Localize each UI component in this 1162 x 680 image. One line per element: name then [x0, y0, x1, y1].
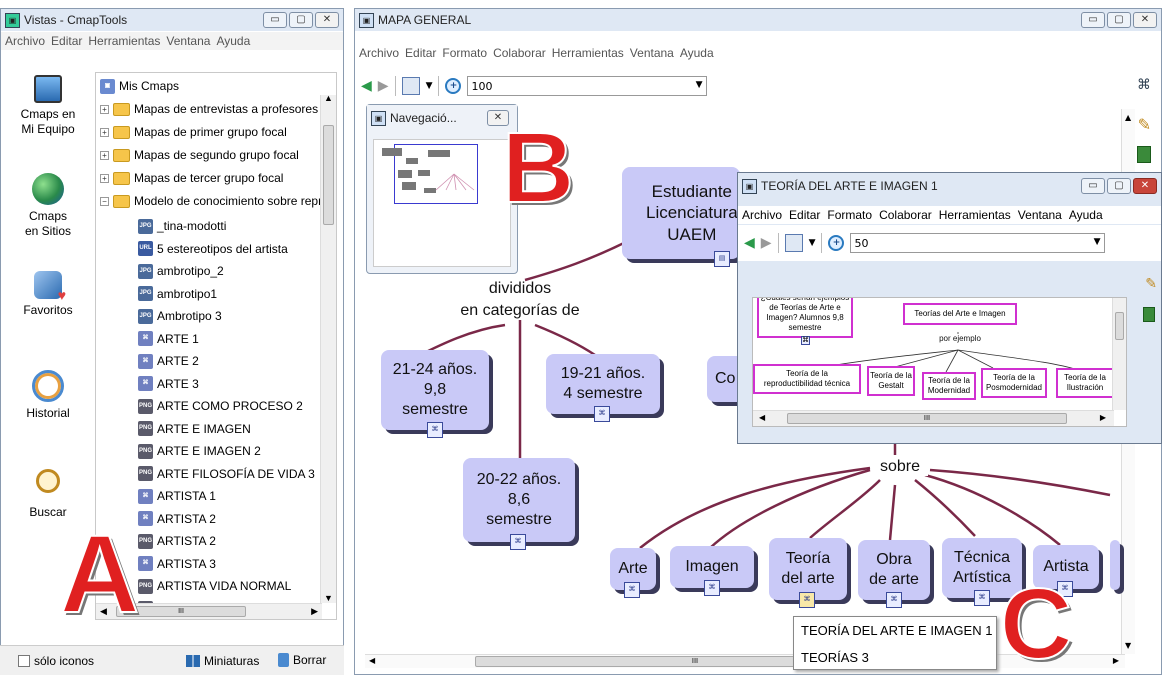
navigation-window-icon: ▣	[371, 110, 386, 126]
teoria-menu-ayuda[interactable]: Ayuda	[1069, 208, 1103, 222]
concept-node-partial	[1110, 540, 1120, 590]
teoria-question-resource-icon[interactable]: ⌘	[801, 336, 810, 345]
teoria-hscroll-thumb[interactable]: III	[787, 413, 1067, 424]
teoria-node-ilustracion[interactable]: Teoría de la Ilustración	[1056, 368, 1114, 398]
teoria-canvas[interactable]: ¿Cuáles serían ejemplos de Teorías de Ar…	[752, 297, 1127, 427]
teoria-vscroll[interactable]	[1112, 298, 1126, 410]
teoria-window-icon: ▣	[742, 178, 757, 194]
concept-node-teoria-del-arte-label: Teoría del arte	[781, 550, 835, 587]
annotation-letter-b: B	[501, 112, 575, 224]
concept-node-co-label: Co	[715, 370, 736, 387]
teoria-node-reproductibilidad-label: Teoría de la reproductibilidad técnica	[763, 369, 851, 388]
annotation-letter-a: A	[59, 513, 140, 636]
teoria-title: TEORÍA DEL ARTE E IMAGEN 1	[761, 179, 938, 193]
concept-node-20-22[interactable]: 20-22 años. 8,6 semestre ⌘	[463, 458, 575, 550]
teoria-scroll-right-icon[interactable]: ▶	[1100, 413, 1106, 422]
navigation-titlebar[interactable]: ▣ Navegació... ✕	[367, 105, 517, 131]
context-menu-item-teorias-3[interactable]: TEORÍAS 3	[794, 644, 996, 671]
teoria-document-icon[interactable]	[1143, 307, 1155, 322]
cmap-link-icon[interactable]: ⌘	[624, 582, 640, 598]
link-label-sobre[interactable]: sobre	[872, 458, 928, 476]
concept-node-imagen-label: Imagen	[685, 558, 739, 575]
teoria-maximize-button[interactable]: ▢	[1107, 178, 1131, 194]
concept-node-arte-label: Arte	[618, 560, 648, 577]
teoria-close-button[interactable]: ✕	[1133, 178, 1157, 194]
cmap-link-icon[interactable]: ⌘	[974, 590, 990, 606]
concept-node-obra-de-arte[interactable]: Obra de arte ⌘	[858, 540, 930, 608]
teoria-scroll-left-icon[interactable]: ◀	[759, 413, 765, 422]
navigation-window: ▣ Navegació... ✕	[366, 104, 518, 274]
annotation-letter-c: C	[999, 568, 1073, 680]
cmap-link-icon[interactable]: ⌘	[510, 534, 526, 550]
teoria-back-arrow-icon[interactable]: ◀	[744, 235, 755, 251]
navigation-map-miniature	[382, 148, 475, 193]
concept-node-estudiante[interactable]: Estudiante Licenciatura UAEM ▤	[622, 167, 740, 267]
teoria-style-palette-icon[interactable]: ✎	[1145, 276, 1157, 292]
concept-node-imagen[interactable]: Imagen ⌘	[670, 546, 754, 596]
cmap-link-icon[interactable]: ⌘	[704, 580, 720, 596]
teoria-link-label[interactable]: por ejemplo	[929, 334, 991, 343]
teoria-node-reproductibilidad[interactable]: Teoría de la reproductibilidad técnica	[753, 364, 861, 394]
teoria-node-ilustracion-label: Teoría de la Ilustración	[1064, 373, 1106, 392]
toolbar-separator	[777, 233, 779, 253]
teoria-node-modernidad-label: Teoría de la Modernidad	[927, 376, 971, 395]
cmap-link-icon[interactable]: ⌘	[799, 592, 815, 608]
toolbar-separator	[821, 233, 823, 253]
concept-node-21-24[interactable]: 21-24 años. 9,8 semestre ⌘	[381, 350, 489, 438]
teoria-main-node[interactable]: Teorías del Arte e Imagen	[903, 303, 1017, 325]
concept-node-21-24-label: 21-24 años. 9,8 semestre	[392, 361, 478, 418]
teoria-zoom-dropdown-icon[interactable]: ▼	[1094, 237, 1101, 247]
cmap-link-icon[interactable]: ⌘	[594, 406, 610, 422]
teoria-vscroll-thumb[interactable]	[1115, 312, 1124, 340]
teoria-node-posmodernidad-label: Teoría de la Posmodernidad	[985, 373, 1043, 392]
concept-node-19-21[interactable]: 19-21 años. 4 semestre ⌘	[546, 354, 660, 422]
teoria-menu-editar[interactable]: Editar	[789, 208, 820, 222]
teoria-zoom-value: 50	[854, 236, 869, 250]
concept-node-teoria-del-arte[interactable]: Teoría del arte ⌘	[769, 538, 847, 608]
cmap-link-icon[interactable]: ⌘	[886, 592, 902, 608]
teoria-hscroll[interactable]: ◀ III ▶	[753, 410, 1114, 426]
link-label-divididos[interactable]: divididos en categorías de	[450, 278, 590, 322]
teoria-question-node[interactable]: ¿Cuáles serían ejemplos de Teorías de Ar…	[757, 297, 853, 338]
concept-node-estudiante-label: Estudiante Licenciatura UAEM	[646, 182, 738, 244]
teoria-menu-colaborar[interactable]: Colaborar	[879, 208, 932, 222]
teoria-view-mode-icon[interactable]	[784, 234, 803, 252]
concept-node-19-21-label: 19-21 años. 4 semestre	[560, 365, 646, 402]
resource-icon[interactable]: ▤	[714, 251, 730, 267]
teoria-node-gestalt-label: Teoría de la Gestalt	[870, 371, 912, 390]
cmap-link-icon[interactable]: ⌘	[427, 422, 443, 438]
teoria-menu-archivo[interactable]: Archivo	[742, 208, 782, 222]
concept-node-arte[interactable]: Arte ⌘	[610, 548, 656, 598]
teoria-titlebar[interactable]: ▣ TEORÍA DEL ARTE E IMAGEN 1 ▭ ▢ ✕	[738, 175, 1161, 197]
teoria-chevron-down-icon[interactable]: ▼	[809, 238, 816, 248]
teoria-minimize-button[interactable]: ▭	[1081, 178, 1105, 194]
teoria-menu-herramientas[interactable]: Herramientas	[939, 208, 1011, 222]
navigation-title: Navegació...	[390, 111, 457, 125]
teoria-zoom-icon: +	[828, 235, 845, 251]
teoria-menu-ventana[interactable]: Ventana	[1018, 208, 1062, 222]
teoria-node-modernidad[interactable]: Teoría de la Modernidad	[922, 372, 976, 400]
navigation-preview[interactable]	[373, 139, 511, 267]
teoria-menubar: Archivo Editar Formato Colaborar Herrami…	[738, 206, 1161, 224]
teoria-node-posmodernidad[interactable]: Teoría de la Posmodernidad	[981, 368, 1047, 398]
concept-node-20-22-label: 20-22 años. 8,6 semestre	[476, 471, 562, 528]
teoria-window: ▣ TEORÍA DEL ARTE E IMAGEN 1 ▭ ▢ ✕ Archi…	[737, 172, 1162, 444]
resource-context-menu: TEORÍA DEL ARTE E IMAGEN 1 TEORÍAS 3	[793, 616, 997, 670]
teoria-node-gestalt[interactable]: Teoría de la Gestalt	[867, 366, 915, 396]
context-menu-item-teoria-1[interactable]: TEORÍA DEL ARTE E IMAGEN 1	[794, 617, 996, 644]
concept-node-obra-de-arte-label: Obra de arte	[869, 551, 919, 588]
teoria-menu-formato[interactable]: Formato	[827, 208, 872, 222]
teoria-question-label: ¿Cuáles serían ejemplos de Teorías de Ar…	[760, 297, 850, 332]
teoria-forward-arrow-icon[interactable]: ▶	[761, 235, 772, 251]
teoria-zoom-select[interactable]: 50 ▼	[850, 233, 1106, 253]
teoria-main-label: Teorías del Arte e Imagen	[914, 309, 1006, 318]
teoria-toolbar: ◀ ▶ ▼ + 50 ▼	[738, 225, 1161, 261]
